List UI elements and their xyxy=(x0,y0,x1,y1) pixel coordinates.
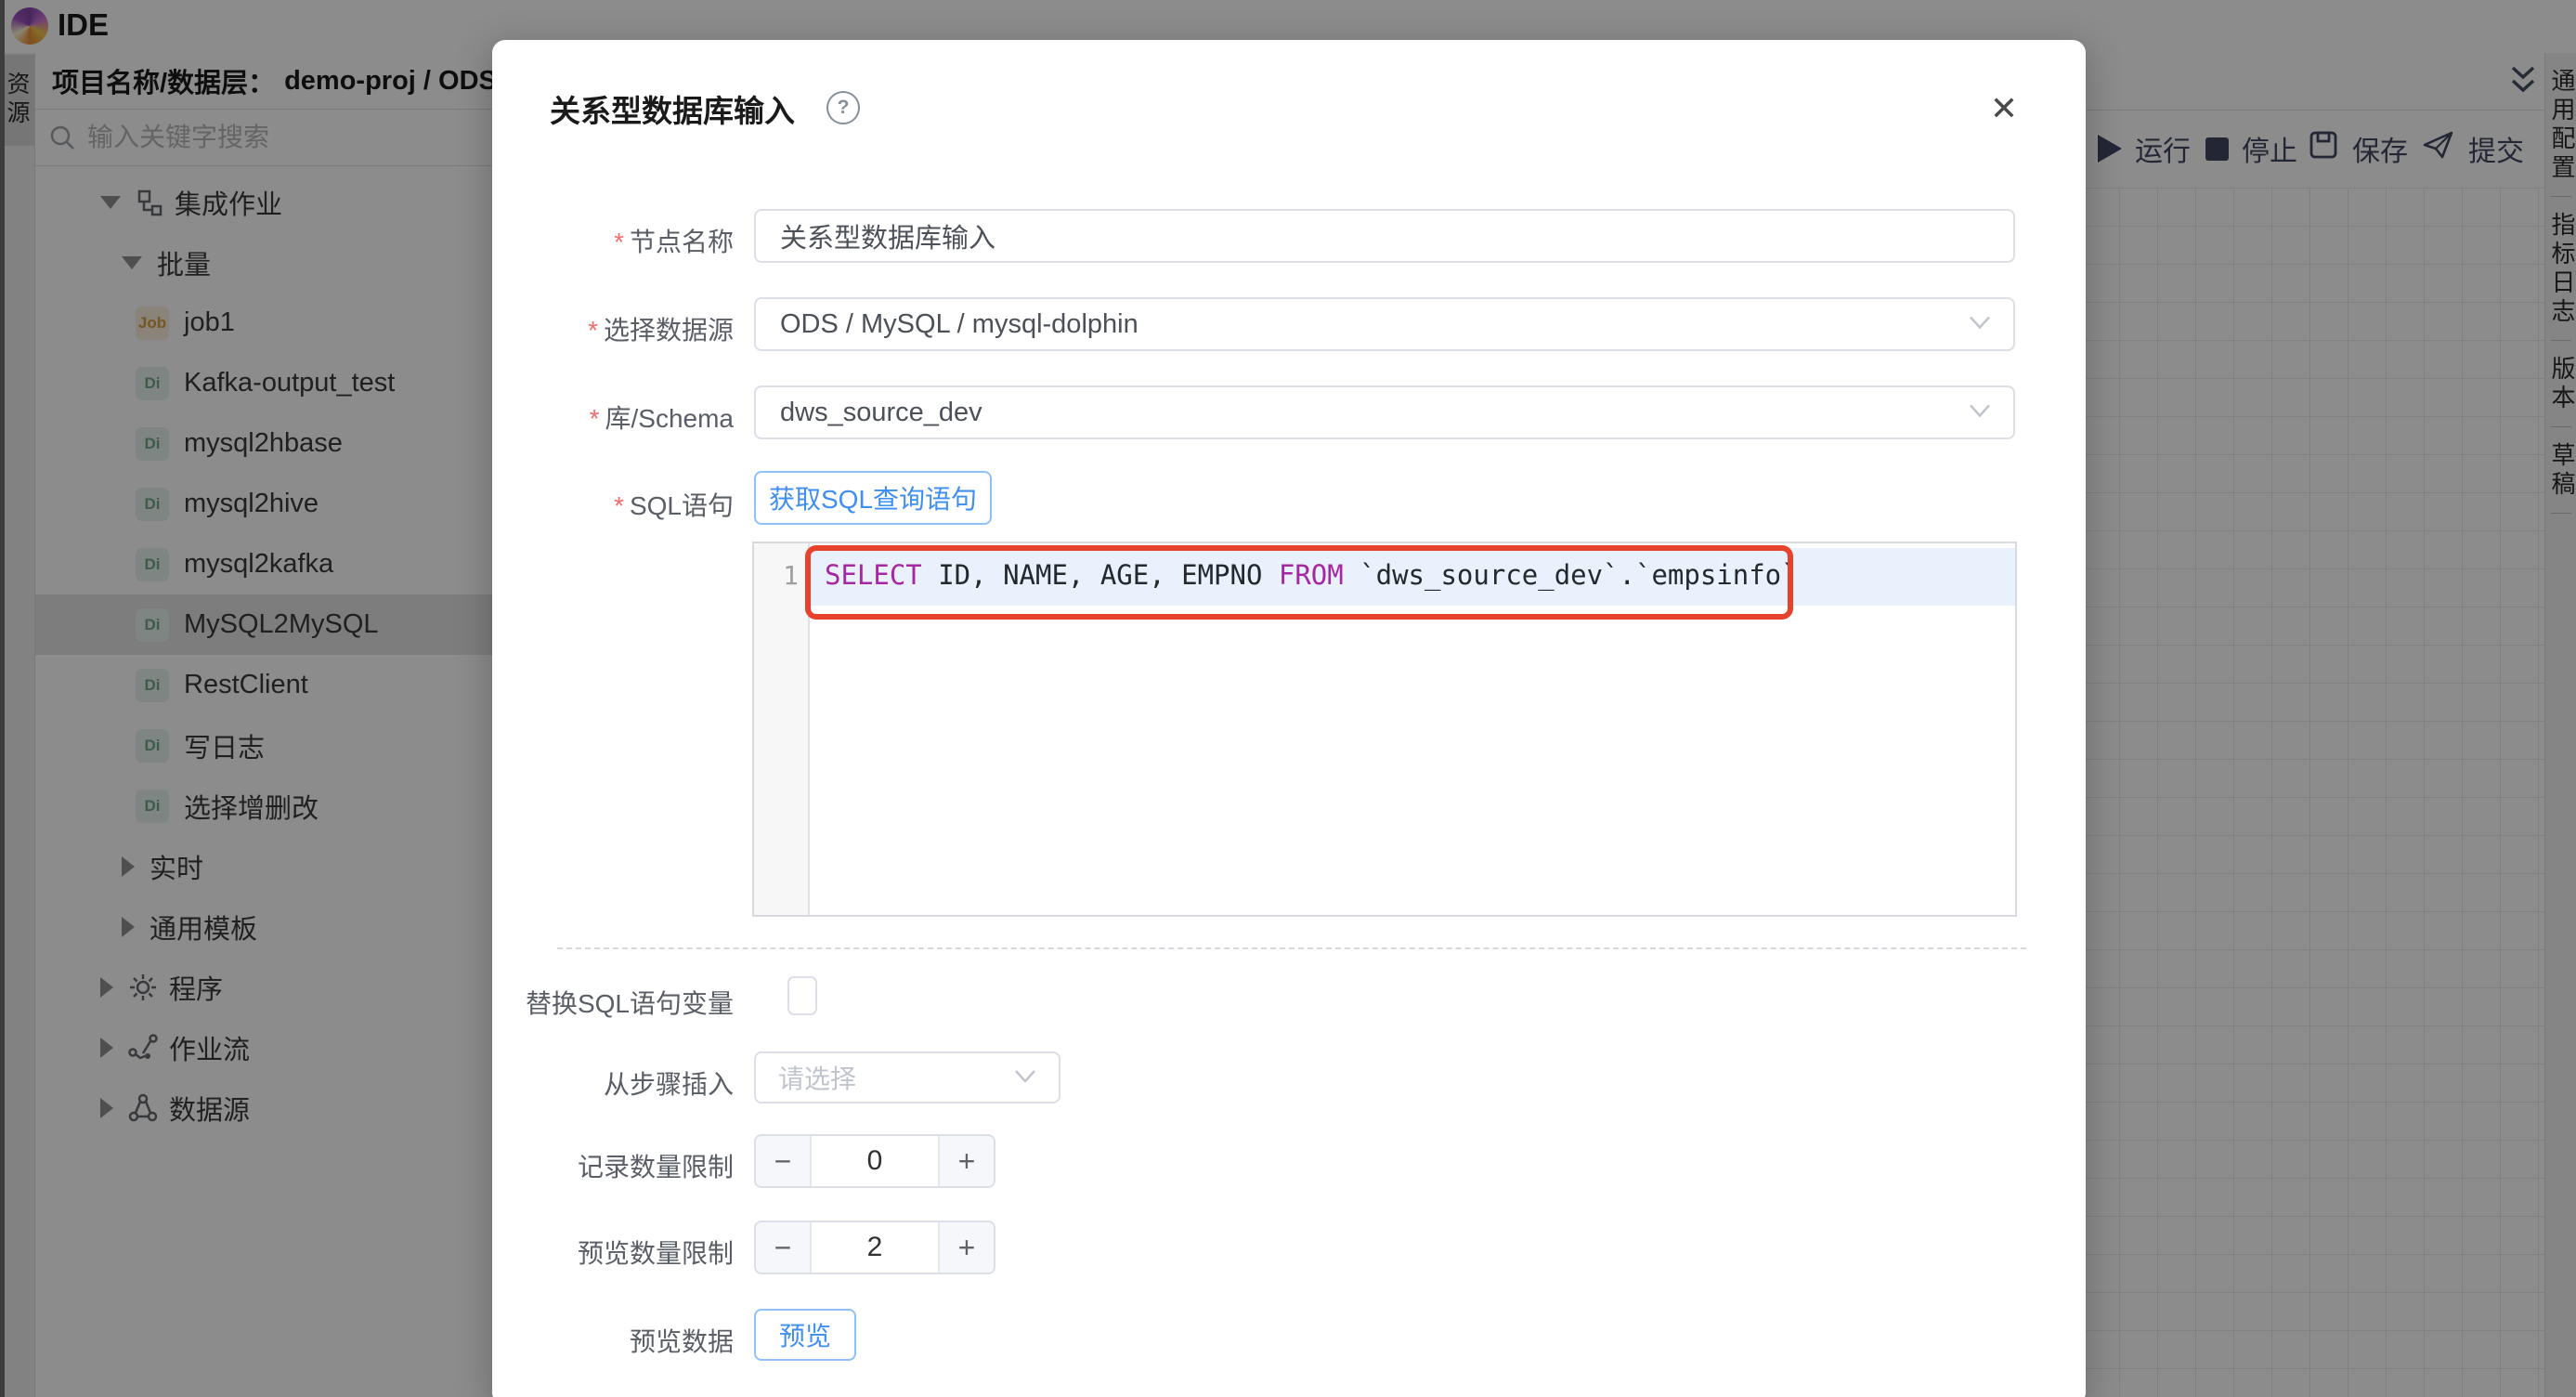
replace-vars-label: 替换SQL语句变量 xyxy=(526,984,734,1021)
sql-label: *SQL语句 xyxy=(614,486,734,523)
insert-step-label: 从步骤插入 xyxy=(604,1064,734,1102)
preview-data-label: 预览数据 xyxy=(630,1322,734,1359)
dialog-title: 关系型数据库输入 xyxy=(550,86,795,131)
schema-label: *库/Schema xyxy=(590,398,734,436)
decrement-button[interactable]: − xyxy=(756,1136,812,1186)
sql-code-editor[interactable]: 1 SELECT ID, NAME, AGE, EMPNO FROM `dws_… xyxy=(752,542,2017,917)
help-icon[interactable]: ? xyxy=(826,91,860,124)
relational-db-input-dialog: 关系型数据库输入 ? ✕ *节点名称 关系型数据库输入 *选择数据源 ODS /… xyxy=(492,40,2086,1397)
datasource-label: *选择数据源 xyxy=(588,310,734,347)
section-divider xyxy=(557,947,2026,949)
app-window: IDE 资源 项目名称/数据层： demo-proj / ODS 集成作业 xyxy=(0,0,2576,1397)
preview-limit-value[interactable]: 2 xyxy=(812,1222,938,1273)
chevron-down-icon xyxy=(1967,309,1993,340)
insert-step-select[interactable]: 请选择 xyxy=(754,1051,1060,1103)
replace-vars-checkbox[interactable] xyxy=(787,976,817,1015)
highlight-annotation-box xyxy=(805,545,1793,620)
decrement-button[interactable]: − xyxy=(756,1222,812,1273)
record-limit-label: 记录数量限制 xyxy=(578,1147,734,1184)
editor-gutter xyxy=(754,543,810,915)
chevron-down-icon xyxy=(1967,398,1993,428)
record-limit-stepper: − 0 + xyxy=(754,1134,995,1188)
fetch-sql-button[interactable]: 获取SQL查询语句 xyxy=(754,471,992,525)
schema-select[interactable]: dws_source_dev xyxy=(754,385,2015,439)
close-icon[interactable]: ✕ xyxy=(1984,88,2024,129)
chevron-down-icon xyxy=(1012,1063,1038,1092)
datasource-select[interactable]: ODS / MySQL / mysql-dolphin xyxy=(754,297,2015,351)
line-number: 1 xyxy=(754,560,799,591)
increment-button[interactable]: + xyxy=(938,1136,994,1186)
node-name-label: *节点名称 xyxy=(614,222,734,259)
record-limit-value[interactable]: 0 xyxy=(812,1136,938,1186)
preview-button[interactable]: 预览 xyxy=(754,1309,856,1361)
increment-button[interactable]: + xyxy=(938,1222,994,1273)
preview-limit-stepper: − 2 + xyxy=(754,1221,995,1274)
preview-limit-label: 预览数量限制 xyxy=(578,1234,734,1271)
node-name-input[interactable]: 关系型数据库输入 xyxy=(754,209,2015,263)
